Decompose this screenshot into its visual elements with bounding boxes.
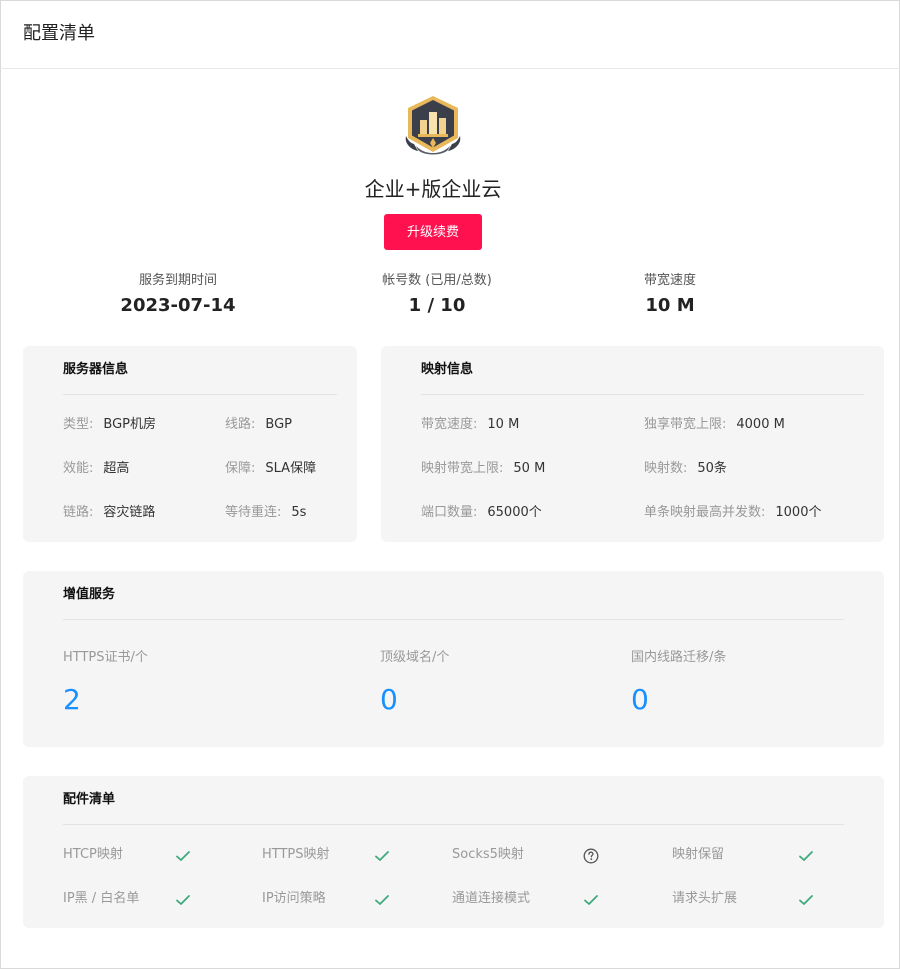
plan-name: 企业+版企业云 xyxy=(364,177,502,201)
stat-accounts: 帐号数 (已用/总数) 1 / 10 xyxy=(362,272,512,319)
check-icon xyxy=(176,895,190,905)
check-icon xyxy=(799,895,813,905)
mapping-info-count: 映射数: 50条 xyxy=(644,461,727,476)
mapping-info-bandwidth: 带宽速度: 10 M xyxy=(421,417,520,432)
top-domain-label: 顶级域名/个 xyxy=(380,650,450,665)
stat-value: 2023-07-14 xyxy=(120,295,236,316)
check-icon xyxy=(375,895,389,905)
server-info-performance: 效能: 超高 xyxy=(63,461,130,476)
check-icon xyxy=(799,851,813,861)
https-cert-label: HTTPS证书/个 xyxy=(63,650,148,665)
check-icon xyxy=(176,851,190,861)
ip-access-policy-label: IP访问策略 xyxy=(262,891,326,906)
stat-expiry: 服务到期时间 2023-07-14 xyxy=(108,272,248,319)
card-title: 映射信息 xyxy=(421,362,474,377)
server-info-type: 类型: BGP机房 xyxy=(63,417,156,432)
stat-value: 10 M xyxy=(645,295,695,316)
card-divider xyxy=(63,394,337,395)
card-title: 服务器信息 xyxy=(63,362,129,377)
page-title: 配置清单 xyxy=(23,23,95,44)
check-icon xyxy=(584,895,598,905)
ip-blackwhite-list-label: IP黑 / 白名单 xyxy=(63,891,140,906)
stat-label: 服务到期时间 xyxy=(138,273,217,288)
https-cert-count: 2 xyxy=(63,683,81,716)
request-header-ext-label: 请求头扩展 xyxy=(672,891,738,906)
https-mapping-label: HTTPS映射 xyxy=(262,847,330,862)
line-migration-count: 0 xyxy=(631,683,649,716)
mapping-info-concurrency: 单条映射最高并发数: 1000个 xyxy=(644,505,822,520)
server-info-reconnect: 等待重连: 5s xyxy=(225,505,307,520)
server-info-link: 链路: 容灾链路 xyxy=(63,505,156,520)
mapping-retain-label: 映射保留 xyxy=(672,847,725,862)
mapping-info-dedicated-limit: 独享带宽上限: 4000 M xyxy=(644,417,785,432)
card-divider xyxy=(63,824,844,825)
question-circle-icon[interactable] xyxy=(583,848,599,864)
mapping-info-bandwidth-limit: 映射带宽上限: 50 M xyxy=(421,461,546,476)
server-info-guarantee: 保障: SLA保障 xyxy=(225,461,317,476)
server-info-line: 线路: BGP xyxy=(225,417,292,432)
top-domain-count: 0 xyxy=(380,683,398,716)
socks5-mapping-label: Socks5映射 xyxy=(452,847,524,862)
server-info-card: 服务器信息 类型: BGP机房 线路: BGP 效能: 超高 保障: SLA保障 链路:… xyxy=(23,346,357,542)
enterprise-badge-icon xyxy=(405,96,461,155)
stat-label: 帐号数 (已用/总数) xyxy=(382,273,492,288)
mapping-info-card: 映射信息 带宽速度: 10 M 独享带宽上限: 4000 M 映射带宽上限: 50 M… xyxy=(381,346,884,542)
line-migration-label: 国内线路迁移/条 xyxy=(631,650,727,665)
check-icon xyxy=(375,851,389,861)
stat-bandwidth: 带宽速度 10 M xyxy=(610,272,730,319)
htcp-mapping-label: HTCP映射 xyxy=(63,847,123,862)
value-added-card: 增值服务 HTTPS证书/个 2 顶级域名/个 0 国内线路迁移/条 0 xyxy=(23,571,884,747)
card-title: 增值服务 xyxy=(63,587,116,602)
components-card: 配件清单 HTCP映射 HTTPS映射 Socks5映射 映射保留 IP黑 / … xyxy=(23,776,884,928)
card-divider xyxy=(63,619,844,620)
channel-connect-mode-label: 通道连接模式 xyxy=(452,891,531,906)
card-title: 配件清单 xyxy=(63,792,116,807)
stat-value: 1 / 10 xyxy=(408,295,466,316)
mapping-info-ports: 端口数量: 65000个 xyxy=(421,505,542,520)
page-header: 配置清单 xyxy=(0,0,900,69)
stat-label: 带宽速度 xyxy=(643,273,696,288)
card-divider xyxy=(421,394,864,395)
upgrade-renew-button[interactable]: 升级续费 xyxy=(384,214,482,250)
